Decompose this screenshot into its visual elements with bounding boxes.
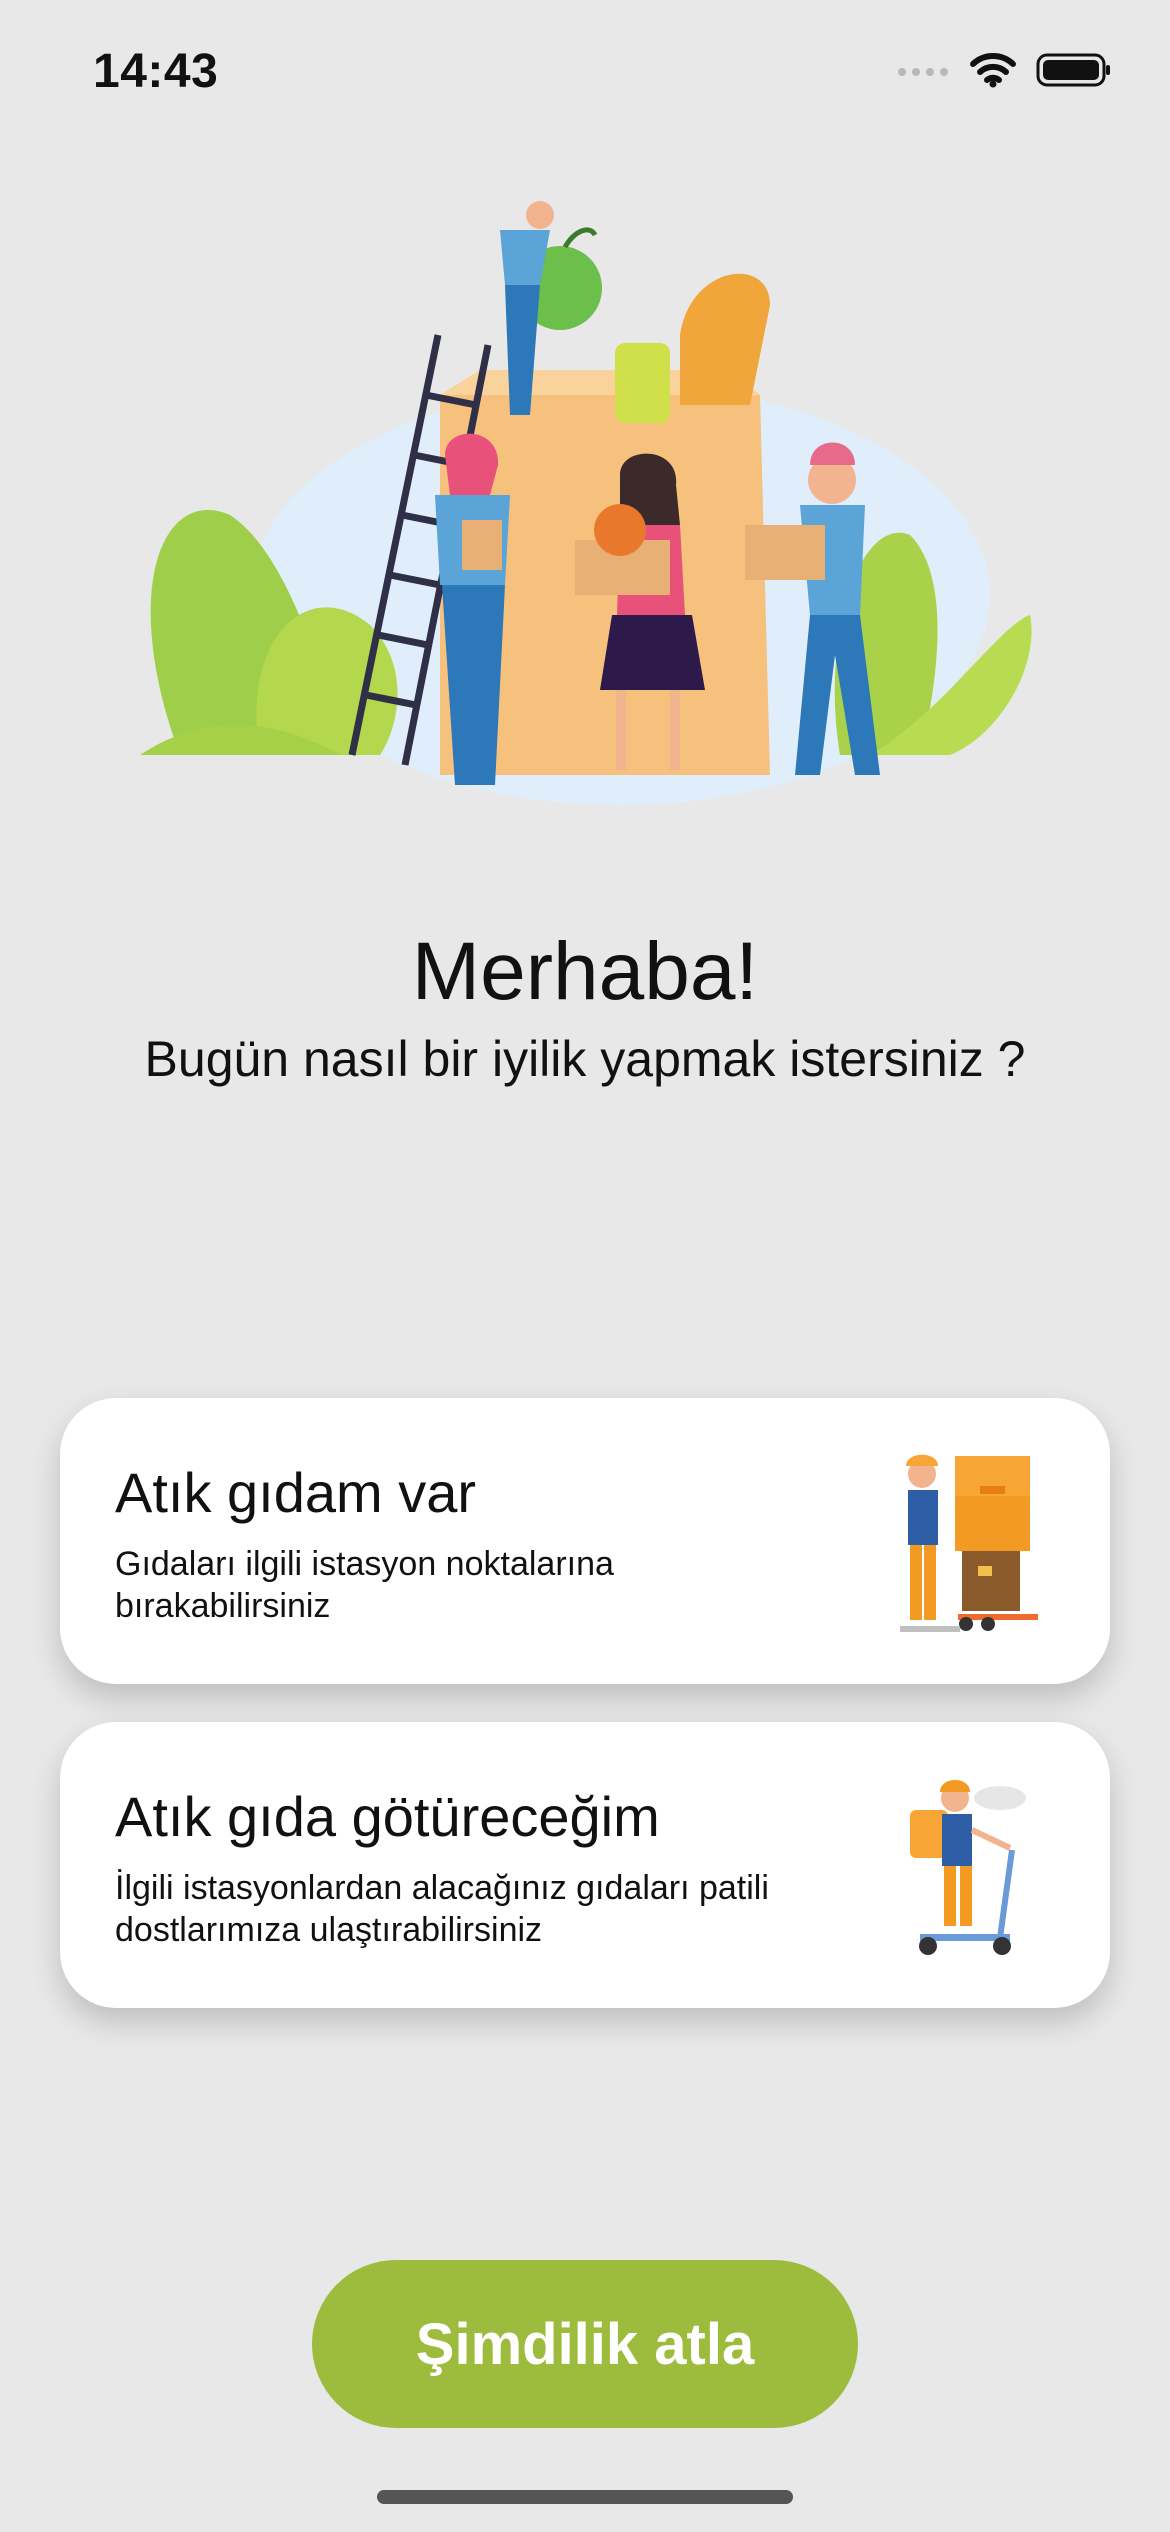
option-title: Atık gıdam var [115,1461,477,1524]
status-time: 14:43 [93,45,219,98]
delivery-worker-boxes-icon [900,1454,1038,1632]
hero-illustration [140,201,1032,805]
option-card-will-carry-food[interactable]: Atık gıda götüreceğim İlgili istasyonlar… [60,1722,1110,2008]
battery-icon [1036,53,1110,87]
option-description: İlgili istasyonlardan alacağınız gıdalar… [115,1869,769,1949]
skip-button[interactable]: Şimdilik atla [312,2260,858,2428]
option-title: Atık gıda götüreceğim [115,1785,660,1848]
wifi-icon [970,53,1016,88]
cellular-signal-icon [898,68,948,76]
option-description: Gıdaları ilgili istasyon noktalarına bır… [115,1545,614,1625]
courier-scooter-icon [910,1780,1026,1955]
screen: 14:43 Merhaba! Bugün nasıl bir iyilik ya… [0,0,1170,2532]
home-indicator[interactable] [377,2490,793,2504]
greeting-title: Merhaba! [411,926,759,1017]
status-icons [896,52,1112,88]
status-bar: 14:43 [0,0,1170,150]
option-card-have-food-waste[interactable]: Atık gıdam var Gıdaları ilgili istasyon … [60,1398,1110,1684]
greeting-subtitle: Bugün nasıl bir iyilik yapmak istersiniz… [144,1031,1026,1087]
